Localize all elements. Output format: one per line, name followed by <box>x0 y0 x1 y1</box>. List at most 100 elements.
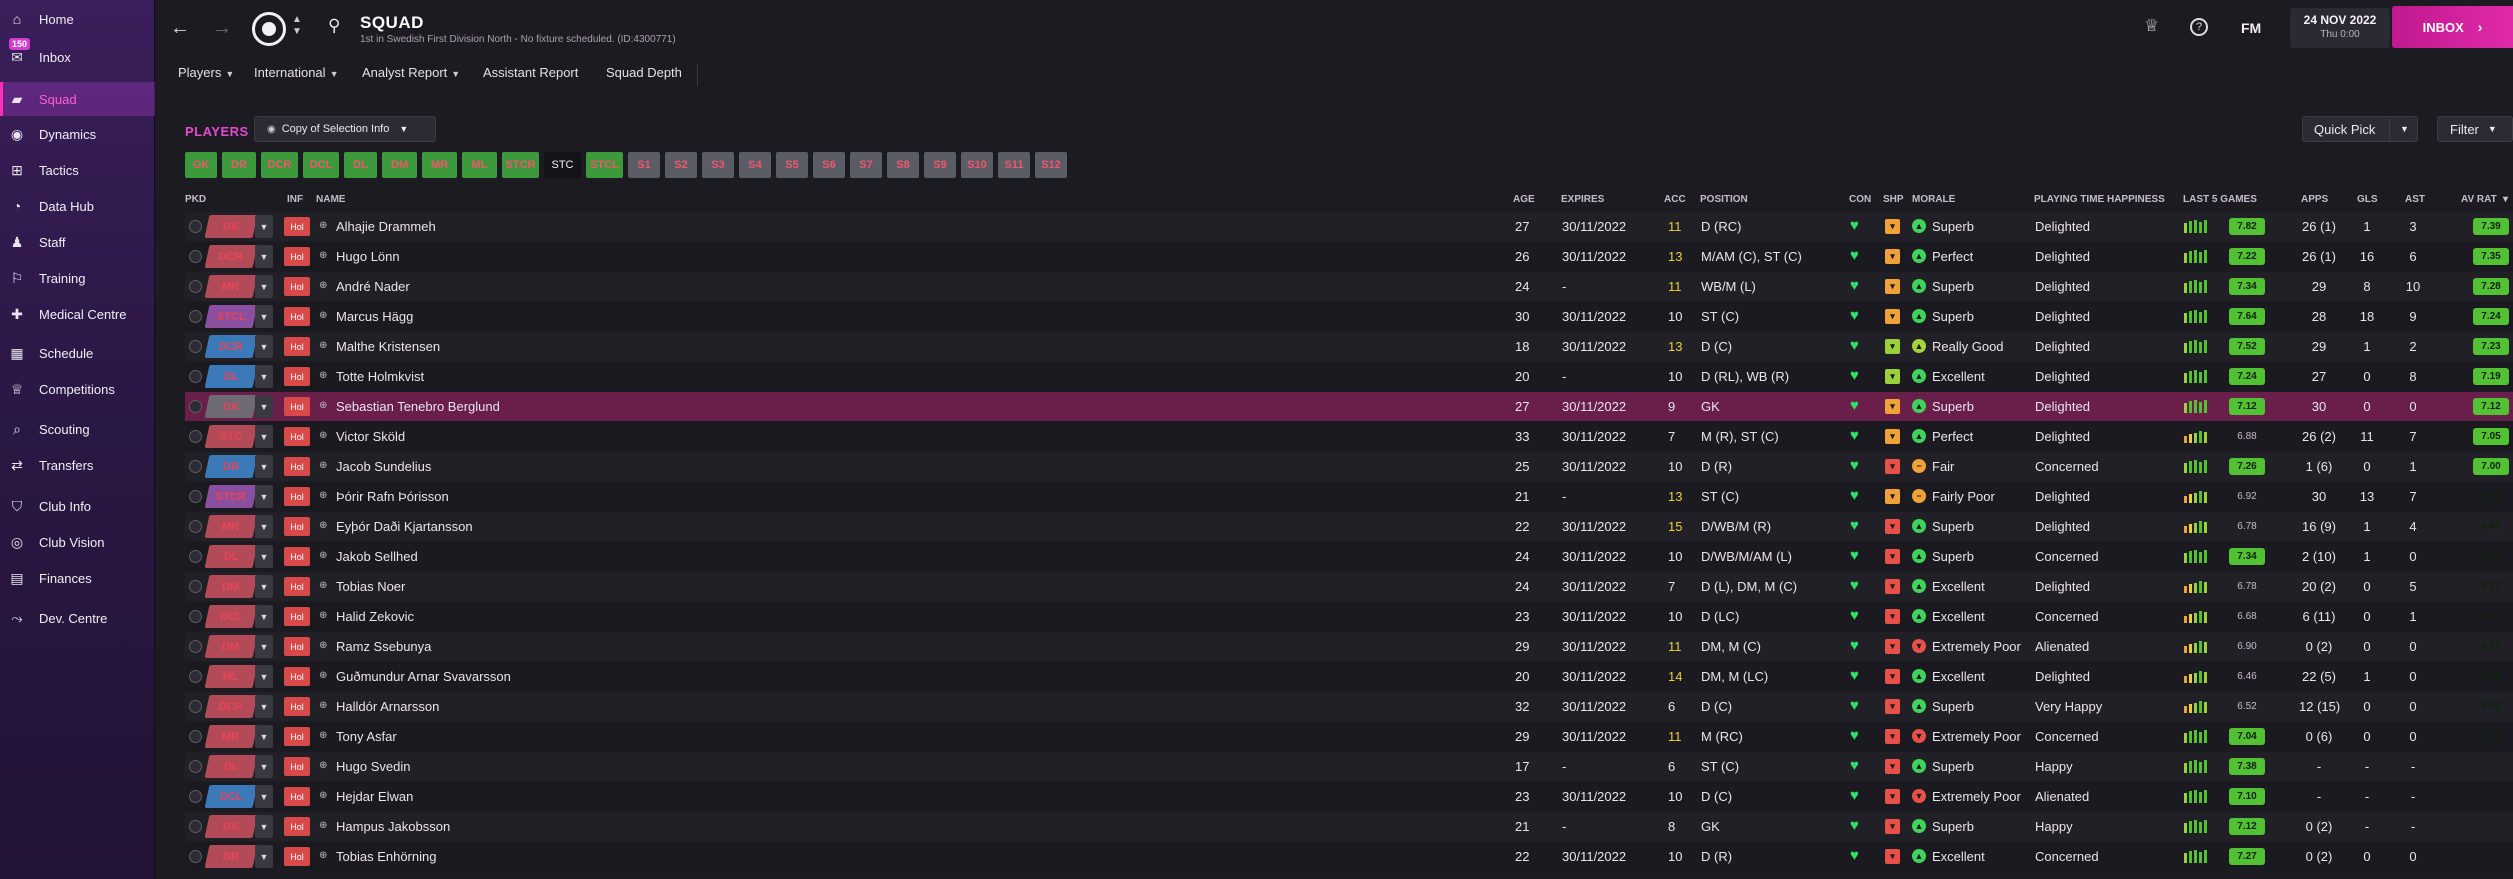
pick-checkbox[interactable] <box>189 610 202 623</box>
col-inf[interactable]: INF <box>287 194 303 205</box>
filter-button[interactable]: Filter ▼ <box>2437 116 2513 142</box>
pick-checkbox[interactable] <box>189 520 202 533</box>
position-filter-dcl[interactable]: DCL <box>303 152 339 178</box>
chevron-down-icon[interactable]: ▼ <box>255 635 273 658</box>
chevron-down-icon[interactable]: ▼ <box>255 665 273 688</box>
chevron-down-icon[interactable]: ▼ <box>255 575 273 598</box>
chevron-down-icon[interactable]: ▼ <box>255 455 273 478</box>
pick-checkbox[interactable] <box>189 670 202 683</box>
fm-logo[interactable]: FM <box>2241 20 2261 36</box>
position-filter-s1[interactable]: S1 <box>628 152 660 178</box>
table-row[interactable]: DL ▼ Hol ⊕ Jakob Sellhed 24 30/11/2022 10 D/WB/M… <box>185 542 2513 571</box>
col-expires[interactable]: EXPIRES <box>1561 194 1604 205</box>
chevron-down-icon[interactable]: ▼ <box>255 785 273 808</box>
pick-checkbox[interactable] <box>189 310 202 323</box>
selection-position-chip[interactable]: MR <box>204 275 258 298</box>
updown-arrows-icon[interactable]: ▲ ▼ <box>292 14 302 38</box>
col-age[interactable]: AGE <box>1513 194 1535 205</box>
selection-position-chip[interactable]: GK <box>204 395 258 418</box>
info-badge[interactable]: Hol <box>284 337 310 356</box>
col-position[interactable]: POSITION <box>1700 194 1748 205</box>
info-badge[interactable]: Hol <box>284 787 310 806</box>
selection-position-chip[interactable]: DCR <box>204 695 258 718</box>
sidebar-item-medical-centre[interactable]: ✚ Medical Centre <box>0 297 155 331</box>
subnav-squad-depth[interactable]: Squad Depth <box>606 65 682 80</box>
table-row[interactable]: DCR ▼ Hol ⊕ Hugo Lönn 26 30/11/2022 13 M/AM (C),… <box>185 242 2513 271</box>
chevron-down-icon[interactable]: ▼ <box>255 245 273 268</box>
table-row[interactable]: STCR ▼ Hol ⊕ Þórir Rafn Þórisson 21 - 13 ST (C) ♥… <box>185 482 2513 511</box>
info-badge[interactable]: Hol <box>284 247 310 266</box>
col-shp[interactable]: SHP <box>1883 194 1904 205</box>
table-row[interactable]: DM ▼ Hol ⊕ Tobias Noer 24 30/11/2022 7 D (L), DM… <box>185 572 2513 601</box>
selection-position-chip[interactable]: MR <box>204 725 258 748</box>
chevron-down-icon[interactable]: ▼ <box>255 845 273 868</box>
position-filter-dm[interactable]: DM <box>382 152 417 178</box>
info-badge[interactable]: Hol <box>284 397 310 416</box>
position-filter-s2[interactable]: S2 <box>665 152 697 178</box>
sidebar-item-club-vision[interactable]: ◎ Club Vision <box>0 525 155 559</box>
chevron-down-icon[interactable]: ▼ <box>255 605 273 628</box>
selection-position-chip[interactable]: ML <box>204 665 258 688</box>
col-con[interactable]: CON <box>1849 194 1871 205</box>
position-filter-stcr[interactable]: STCR <box>502 152 539 178</box>
info-badge[interactable]: Hol <box>284 547 310 566</box>
table-row[interactable]: DR ▼ Hol ⊕ Tobias Enhörning 22 30/11/2022 10 D (… <box>185 842 2513 871</box>
info-badge[interactable]: Hol <box>284 697 310 716</box>
player-name[interactable]: Alhajie Drammeh <box>336 219 436 234</box>
info-badge[interactable]: Hol <box>284 667 310 686</box>
chevron-down-icon[interactable]: ▼ <box>255 755 273 778</box>
col-apps[interactable]: APPS <box>2301 194 2328 205</box>
sidebar-item-home[interactable]: ⌂ Home <box>0 2 155 36</box>
selection-position-chip[interactable]: DR <box>204 455 258 478</box>
position-filter-stc[interactable]: STC <box>544 152 581 178</box>
position-filter-stcl[interactable]: STCL <box>586 152 623 178</box>
info-badge[interactable]: Hol <box>284 427 310 446</box>
player-name[interactable]: Halid Zekovic <box>336 609 414 624</box>
position-filter-s4[interactable]: S4 <box>739 152 771 178</box>
col-av-rat[interactable]: AV RAT <box>2461 194 2497 205</box>
pick-checkbox[interactable] <box>189 430 202 443</box>
table-row[interactable]: DM ▼ Hol ⊕ Ramz Ssebunya 29 30/11/2022 11 DM, M … <box>185 632 2513 661</box>
chevron-down-icon[interactable]: ▼ <box>255 485 273 508</box>
info-badge[interactable]: Hol <box>284 637 310 656</box>
col-pkd[interactable]: PKD <box>185 194 206 205</box>
col-ast[interactable]: AST <box>2405 194 2425 205</box>
chevron-down-icon[interactable]: ▼ <box>255 515 273 538</box>
info-badge[interactable]: Hol <box>284 577 310 596</box>
sidebar-item-staff[interactable]: ♟ Staff <box>0 225 155 259</box>
player-name[interactable]: Ramz Ssebunya <box>336 639 431 654</box>
player-name[interactable]: André Nader <box>336 279 410 294</box>
subnav-analyst-report[interactable]: Analyst Report ▼ <box>362 65 460 80</box>
info-badge[interactable]: Hol <box>284 607 310 626</box>
pick-checkbox[interactable] <box>189 640 202 653</box>
table-row[interactable]: GK ▼ Hol ⊕ Sebastian Tenebro Berglund 27 30/11… <box>185 392 2513 421</box>
pick-checkbox[interactable] <box>189 400 202 413</box>
help-icon[interactable]: ? <box>2190 18 2208 36</box>
quick-pick-button[interactable]: Quick Pick ▼ <box>2302 116 2418 142</box>
sidebar-item-squad[interactable]: ▰ Squad <box>0 82 155 116</box>
sidebar-item-scouting[interactable]: ⌕ Scouting <box>0 412 155 446</box>
sort-desc-icon[interactable]: ▾ <box>2503 194 2508 205</box>
pick-checkbox[interactable] <box>189 220 202 233</box>
player-name[interactable]: Guðmundur Arnar Svavarsson <box>336 669 511 684</box>
chevron-down-icon[interactable]: ▼ <box>255 425 273 448</box>
selection-position-chip[interactable]: DR <box>204 845 258 868</box>
table-row[interactable]: GK ▼ Hol ⊕ Hampus Jakobsson 21 - 8 GK ♥ ▾ ▲ Superb Ha… <box>185 812 2513 841</box>
pick-checkbox[interactable] <box>189 370 202 383</box>
pick-checkbox[interactable] <box>189 760 202 773</box>
position-filter-s12[interactable]: S12 <box>1035 152 1067 178</box>
table-row[interactable]: DCR ▼ Hol ⊕ Malthe Kristensen 18 30/11/2022 13 D… <box>185 332 2513 361</box>
chevron-down-icon[interactable]: ▼ <box>255 335 273 358</box>
sidebar-item-transfers[interactable]: ⇄ Transfers <box>0 448 155 482</box>
col-gls[interactable]: GLS <box>2357 194 2378 205</box>
table-row[interactable]: DL ▼ Hol ⊕ Totte Holmkvist 20 - 10 D (RL), WB (R… <box>185 362 2513 391</box>
sidebar-item-club-info[interactable]: ⛉ Club Info <box>0 489 155 523</box>
info-badge[interactable]: Hol <box>284 217 310 236</box>
chevron-down-icon[interactable]: ▼ <box>255 545 273 568</box>
pick-checkbox[interactable] <box>189 550 202 563</box>
chevron-down-icon[interactable]: ▼ <box>255 395 273 418</box>
player-name[interactable]: Þórir Rafn Þórisson <box>336 489 449 504</box>
chevron-down-icon[interactable]: ▼ <box>255 215 273 238</box>
position-filter-mr[interactable]: MR <box>422 152 457 178</box>
subnav-players[interactable]: Players ▼ <box>178 65 234 80</box>
